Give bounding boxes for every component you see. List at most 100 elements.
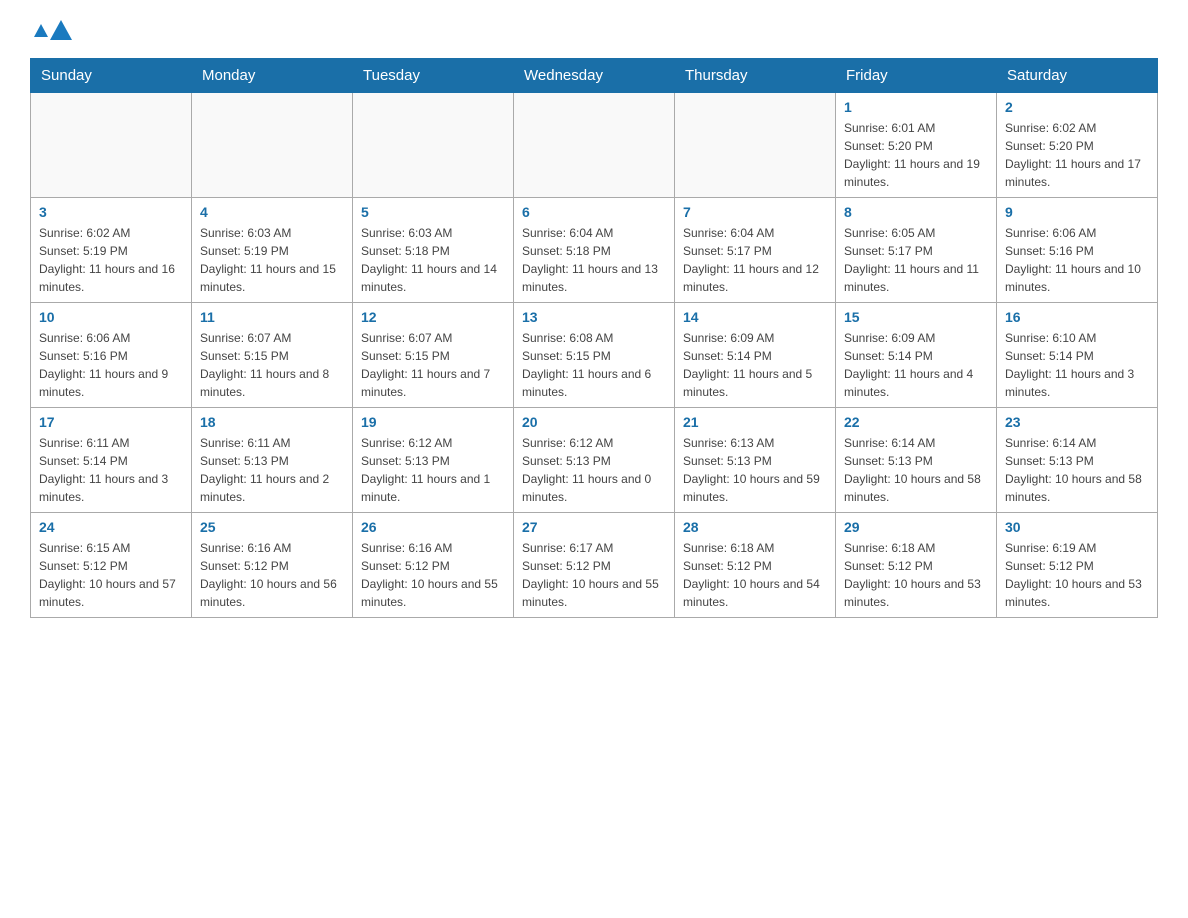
logo-triangles xyxy=(34,20,72,40)
day-info: Sunrise: 6:04 AMSunset: 5:17 PMDaylight:… xyxy=(683,224,827,296)
logo-small-triangle xyxy=(34,24,48,37)
day-number: 6 xyxy=(522,204,666,220)
day-cell: 17 Sunrise: 6:11 AMSunset: 5:14 PMDayligh… xyxy=(31,408,192,513)
day-number: 7 xyxy=(683,204,827,220)
day-info: Sunrise: 6:01 AMSunset: 5:20 PMDaylight:… xyxy=(844,119,988,191)
day-number: 25 xyxy=(200,519,344,535)
day-info: Sunrise: 6:16 AMSunset: 5:12 PMDaylight:… xyxy=(361,539,505,611)
day-cell xyxy=(353,93,514,198)
day-cell: 18 Sunrise: 6:11 AMSunset: 5:13 PMDayligh… xyxy=(192,408,353,513)
day-cell: 20Sunrise: 6:12 AMSunset: 5:13 PMDayligh… xyxy=(514,408,675,513)
col-header-tuesday: Tuesday xyxy=(353,59,514,93)
day-cell: 22 Sunrise: 6:14 AMSunset: 5:13 PMDayligh… xyxy=(836,408,997,513)
day-cell: 1 Sunrise: 6:01 AMSunset: 5:20 PMDaylight… xyxy=(836,93,997,198)
day-number: 18 xyxy=(200,414,344,430)
day-info: Sunrise: 6:07 AMSunset: 5:15 PMDaylight:… xyxy=(200,329,344,401)
logo-big-triangle xyxy=(50,20,72,40)
day-info: Sunrise: 6:10 AMSunset: 5:14 PMDaylight:… xyxy=(1005,329,1149,401)
day-number: 2 xyxy=(1005,99,1149,115)
day-info: Sunrise: 6:17 AMSunset: 5:12 PMDaylight:… xyxy=(522,539,666,611)
day-cell: 21 Sunrise: 6:13 AMSunset: 5:13 PMDayligh… xyxy=(675,408,836,513)
col-header-wednesday: Wednesday xyxy=(514,59,675,93)
day-cell: 29Sunrise: 6:18 AMSunset: 5:12 PMDayligh… xyxy=(836,513,997,618)
day-info: Sunrise: 6:07 AMSunset: 5:15 PMDaylight:… xyxy=(361,329,505,401)
day-cell xyxy=(514,93,675,198)
day-info: Sunrise: 6:16 AMSunset: 5:12 PMDaylight:… xyxy=(200,539,344,611)
day-info: Sunrise: 6:14 AMSunset: 5:13 PMDaylight:… xyxy=(1005,434,1149,506)
day-number: 26 xyxy=(361,519,505,535)
day-cell: 16 Sunrise: 6:10 AMSunset: 5:14 PMDayligh… xyxy=(997,303,1158,408)
day-cell: 13 Sunrise: 6:08 AMSunset: 5:15 PMDayligh… xyxy=(514,303,675,408)
day-number: 3 xyxy=(39,204,183,220)
day-info: Sunrise: 6:09 AMSunset: 5:14 PMDaylight:… xyxy=(683,329,827,401)
day-info: Sunrise: 6:09 AMSunset: 5:14 PMDaylight:… xyxy=(844,329,988,401)
day-number: 22 xyxy=(844,414,988,430)
day-number: 12 xyxy=(361,309,505,325)
day-cell: 14 Sunrise: 6:09 AMSunset: 5:14 PMDayligh… xyxy=(675,303,836,408)
day-cell xyxy=(192,93,353,198)
day-number: 19 xyxy=(361,414,505,430)
day-info: Sunrise: 6:04 AMSunset: 5:18 PMDaylight:… xyxy=(522,224,666,296)
logo xyxy=(30,20,72,42)
header xyxy=(30,20,1158,42)
day-info: Sunrise: 6:02 AMSunset: 5:20 PMDaylight:… xyxy=(1005,119,1149,191)
day-cell: 28 Sunrise: 6:18 AMSunset: 5:12 PMDayligh… xyxy=(675,513,836,618)
col-header-friday: Friday xyxy=(836,59,997,93)
day-info: Sunrise: 6:12 AMSunset: 5:13 PMDaylight:… xyxy=(522,434,666,506)
day-number: 16 xyxy=(1005,309,1149,325)
day-cell: 26 Sunrise: 6:16 AMSunset: 5:12 PMDayligh… xyxy=(353,513,514,618)
week-row-2: 3Sunrise: 6:02 AMSunset: 5:19 PMDaylight… xyxy=(31,198,1158,303)
day-info: Sunrise: 6:03 AMSunset: 5:19 PMDaylight:… xyxy=(200,224,344,296)
day-number: 21 xyxy=(683,414,827,430)
week-row-3: 10 Sunrise: 6:06 AMSunset: 5:16 PMDayligh… xyxy=(31,303,1158,408)
day-info: Sunrise: 6:08 AMSunset: 5:15 PMDaylight:… xyxy=(522,329,666,401)
day-info: Sunrise: 6:06 AMSunset: 5:16 PMDaylight:… xyxy=(1005,224,1149,296)
day-cell: 4 Sunrise: 6:03 AMSunset: 5:19 PMDaylight… xyxy=(192,198,353,303)
day-number: 13 xyxy=(522,309,666,325)
day-number: 1 xyxy=(844,99,988,115)
day-info: Sunrise: 6:12 AMSunset: 5:13 PMDaylight:… xyxy=(361,434,505,506)
day-cell: 23 Sunrise: 6:14 AMSunset: 5:13 PMDayligh… xyxy=(997,408,1158,513)
calendar-table: SundayMondayTuesdayWednesdayThursdayFrid… xyxy=(30,58,1158,618)
day-info: Sunrise: 6:15 AMSunset: 5:12 PMDaylight:… xyxy=(39,539,183,611)
day-cell: 27 Sunrise: 6:17 AMSunset: 5:12 PMDayligh… xyxy=(514,513,675,618)
day-cell: 25 Sunrise: 6:16 AMSunset: 5:12 PMDayligh… xyxy=(192,513,353,618)
day-info: Sunrise: 6:03 AMSunset: 5:18 PMDaylight:… xyxy=(361,224,505,296)
day-cell: 2 Sunrise: 6:02 AMSunset: 5:20 PMDaylight… xyxy=(997,93,1158,198)
day-cell: 7 Sunrise: 6:04 AMSunset: 5:17 PMDaylight… xyxy=(675,198,836,303)
day-info: Sunrise: 6:18 AMSunset: 5:12 PMDaylight:… xyxy=(683,539,827,611)
day-info: Sunrise: 6:14 AMSunset: 5:13 PMDaylight:… xyxy=(844,434,988,506)
week-row-5: 24 Sunrise: 6:15 AMSunset: 5:12 PMDayligh… xyxy=(31,513,1158,618)
day-number: 30 xyxy=(1005,519,1149,535)
day-info: Sunrise: 6:11 AMSunset: 5:14 PMDaylight:… xyxy=(39,434,183,506)
day-number: 24 xyxy=(39,519,183,535)
day-cell: 6 Sunrise: 6:04 AMSunset: 5:18 PMDaylight… xyxy=(514,198,675,303)
day-number: 23 xyxy=(1005,414,1149,430)
day-cell: 5 Sunrise: 6:03 AMSunset: 5:18 PMDaylight… xyxy=(353,198,514,303)
day-cell: 3Sunrise: 6:02 AMSunset: 5:19 PMDaylight… xyxy=(31,198,192,303)
day-cell: 30Sunrise: 6:19 AMSunset: 5:12 PMDayligh… xyxy=(997,513,1158,618)
day-cell: 8Sunrise: 6:05 AMSunset: 5:17 PMDaylight… xyxy=(836,198,997,303)
day-cell: 12 Sunrise: 6:07 AMSunset: 5:15 PMDayligh… xyxy=(353,303,514,408)
week-row-1: 1 Sunrise: 6:01 AMSunset: 5:20 PMDaylight… xyxy=(31,93,1158,198)
col-header-thursday: Thursday xyxy=(675,59,836,93)
day-number: 4 xyxy=(200,204,344,220)
day-info: Sunrise: 6:06 AMSunset: 5:16 PMDaylight:… xyxy=(39,329,183,401)
day-number: 28 xyxy=(683,519,827,535)
day-cell xyxy=(675,93,836,198)
day-number: 17 xyxy=(39,414,183,430)
col-header-monday: Monday xyxy=(192,59,353,93)
day-number: 27 xyxy=(522,519,666,535)
col-header-saturday: Saturday xyxy=(997,59,1158,93)
day-info: Sunrise: 6:13 AMSunset: 5:13 PMDaylight:… xyxy=(683,434,827,506)
col-header-sunday: Sunday xyxy=(31,59,192,93)
day-cell: 9 Sunrise: 6:06 AMSunset: 5:16 PMDaylight… xyxy=(997,198,1158,303)
day-number: 15 xyxy=(844,309,988,325)
day-info: Sunrise: 6:11 AMSunset: 5:13 PMDaylight:… xyxy=(200,434,344,506)
day-number: 5 xyxy=(361,204,505,220)
day-number: 10 xyxy=(39,309,183,325)
day-number: 14 xyxy=(683,309,827,325)
day-number: 9 xyxy=(1005,204,1149,220)
day-cell xyxy=(31,93,192,198)
day-cell: 24 Sunrise: 6:15 AMSunset: 5:12 PMDayligh… xyxy=(31,513,192,618)
